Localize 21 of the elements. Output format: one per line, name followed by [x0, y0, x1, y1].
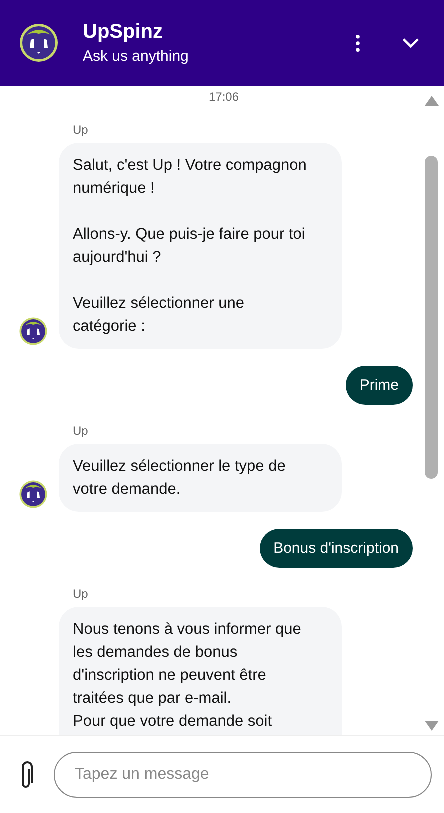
scrollbar-thumb[interactable]	[425, 156, 438, 479]
bot-avatar-icon	[19, 317, 48, 346]
sender-name: Up	[73, 587, 90, 601]
bot-message: Salut, c'est Up ! Votre compagnon numérique ! Allons-y. Que puis-je faire pour toi aujourd'hui ? Veuillez sélectionner une catégorie :	[59, 143, 342, 349]
bot-message: Nous tenons à vous informer que les demandes de bonus d'inscription ne peuvent être traitées que par e-mail. Pour que votre demande soit	[59, 607, 342, 735]
bot-avatar-icon	[19, 480, 48, 509]
user-message: Bonus d'inscription	[260, 529, 413, 568]
chat-subtitle: Ask us anything	[83, 48, 190, 65]
sender-name: Up	[73, 123, 90, 137]
message-input[interactable]: Tapez un message	[54, 752, 432, 798]
bot-message: Veuillez sélectionner le type de votre demande.	[59, 444, 342, 512]
attachment-icon[interactable]	[20, 760, 34, 790]
timestamp: 17:06	[208, 90, 240, 104]
bot-avatar-icon	[19, 23, 59, 63]
user-message: Prime	[346, 366, 413, 405]
chat-title: UpSpinz	[83, 21, 164, 44]
scroll-down-icon[interactable]	[424, 721, 438, 731]
sender-name: Up	[73, 424, 90, 438]
scroll-up-icon[interactable]	[424, 96, 438, 106]
more-options-icon[interactable]	[354, 34, 362, 52]
collapse-icon[interactable]	[402, 37, 420, 49]
